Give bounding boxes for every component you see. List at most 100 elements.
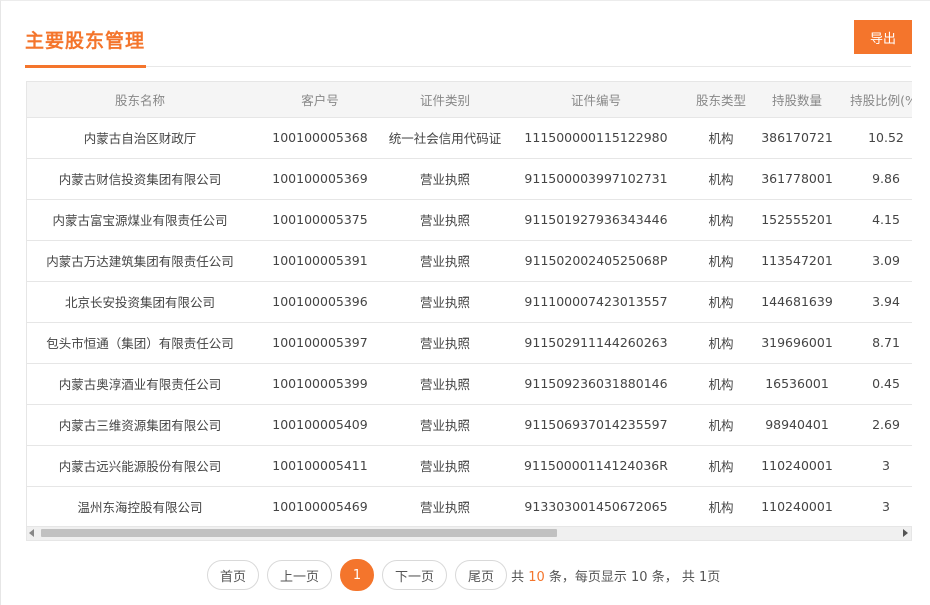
export-button[interactable]: 导出	[854, 20, 912, 54]
prev-page-button[interactable]: 上一页	[267, 560, 333, 590]
table-cell: 内蒙古财信投资集团有限公司	[27, 158, 253, 200]
table-cell: 温州东海控股有限公司	[27, 486, 253, 526]
table-cell: 100100005411	[253, 445, 387, 487]
table-cell: 911100007423013557	[503, 281, 689, 323]
table-cell: 911502911144260263	[503, 322, 689, 364]
scrollbar-thumb[interactable]	[41, 529, 557, 537]
scroll-left-arrow-icon[interactable]	[29, 529, 34, 537]
table-cell: 110240001	[753, 486, 841, 526]
table-cell: 机构	[689, 445, 753, 487]
table-cell: 机构	[689, 281, 753, 323]
scroll-right-arrow-icon[interactable]	[903, 529, 908, 537]
table-cell: 911509236031880146	[503, 363, 689, 405]
table-row[interactable]: 包头市恒通（集团）有限责任公司 100100005397 营业执照 911502911…	[27, 322, 912, 364]
page-header: 主要股东管理 导出	[25, 11, 912, 68]
shareholder-table: 股东名称客户号证件类别证件编号股东类型持股数量持股比例(%)最 内蒙古自治区财政…	[27, 82, 912, 526]
table-row[interactable]: 内蒙古富宝源煤业有限责任公司 100100005375 营业执照 9115019279…	[27, 199, 912, 241]
column-header: 证件编号	[503, 82, 689, 118]
table-cell: 10.52	[841, 117, 912, 159]
table-cell: 91150200240525068P	[503, 240, 689, 282]
pagination-info-prefix: 共	[511, 569, 525, 585]
table-cell: 111500000115122980	[503, 117, 689, 159]
column-header: 持股比例(%)	[841, 82, 912, 118]
table-cell: 144681639	[753, 281, 841, 323]
table-cell: 营业执照	[387, 322, 503, 364]
table-cell: 机构	[689, 363, 753, 405]
column-header: 股东类型	[689, 82, 753, 118]
table-cell: 110240001	[753, 445, 841, 487]
table-row[interactable]: 内蒙古远兴能源股份有限公司 100100005411 营业执照 91150000114…	[27, 445, 912, 487]
table-cell: 100100005391	[253, 240, 387, 282]
pagination: 首页 上一页 1 下一页 尾页 共 10 条，每页显示 10 条， 共 1页	[207, 559, 720, 591]
table-cell: 3.94	[841, 281, 912, 323]
column-header: 证件类别	[387, 82, 503, 118]
table-cell: 2.69	[841, 404, 912, 446]
pagination-total-count: 10	[528, 569, 545, 585]
table-cell: 内蒙古万达建筑集团有限责任公司	[27, 240, 253, 282]
table-cell: 机构	[689, 486, 753, 526]
pagination-info: 共 10 条，每页显示 10 条， 共 1页	[511, 566, 720, 585]
table-cell: 9.86	[841, 158, 912, 200]
shareholder-table-container[interactable]: 股东名称客户号证件类别证件编号股东类型持股数量持股比例(%)最 内蒙古自治区财政…	[26, 81, 912, 527]
table-cell: 98940401	[753, 404, 841, 446]
table-cell: 100100005399	[253, 363, 387, 405]
pagination-info-suffix: 条，每页显示 10 条， 共 1页	[548, 569, 721, 585]
table-cell: 内蒙古三维资源集团有限公司	[27, 404, 253, 446]
table-cell: 包头市恒通（集团）有限责任公司	[27, 322, 253, 364]
table-cell: 内蒙古远兴能源股份有限公司	[27, 445, 253, 487]
table-cell: 营业执照	[387, 363, 503, 405]
table-cell: 100100005369	[253, 158, 387, 200]
current-page-button[interactable]: 1	[340, 559, 375, 591]
table-cell: 营业执照	[387, 404, 503, 446]
table-cell: 机构	[689, 158, 753, 200]
horizontal-scrollbar[interactable]	[26, 527, 912, 541]
table-row[interactable]: 北京长安投资集团有限公司 100100005396 营业执照 911100007423…	[27, 281, 912, 323]
table-cell: 100100005469	[253, 486, 387, 526]
table-cell: 营业执照	[387, 158, 503, 200]
table-cell: 911501927936343446	[503, 199, 689, 241]
table-row[interactable]: 内蒙古万达建筑集团有限责任公司 100100005391 营业执照 911502002…	[27, 240, 912, 282]
table-cell: 机构	[689, 240, 753, 282]
table-row[interactable]: 内蒙古财信投资集团有限公司 100100005369 营业执照 91150000399…	[27, 158, 912, 200]
next-page-button[interactable]: 下一页	[382, 560, 448, 590]
table-cell: 内蒙古奥淳酒业有限责任公司	[27, 363, 253, 405]
table-cell: 营业执照	[387, 240, 503, 282]
table-cell: 913303001450672065	[503, 486, 689, 526]
table-cell: 100100005368	[253, 117, 387, 159]
table-cell: 内蒙古富宝源煤业有限责任公司	[27, 199, 253, 241]
table-cell: 营业执照	[387, 281, 503, 323]
table-row[interactable]: 内蒙古自治区财政厅 100100005368 统一社会信用代码证 1115000001…	[27, 117, 912, 159]
table-cell: 3.09	[841, 240, 912, 282]
table-cell: 4.15	[841, 199, 912, 241]
table-row[interactable]: 温州东海控股有限公司 100100005469 营业执照 91330300145067…	[27, 486, 912, 526]
column-header: 持股数量	[753, 82, 841, 118]
table-cell: 911500003997102731	[503, 158, 689, 200]
page-title: 主要股东管理	[25, 30, 146, 52]
table-cell: 机构	[689, 117, 753, 159]
table-cell: 营业执照	[387, 199, 503, 241]
table-cell: 内蒙古自治区财政厅	[27, 117, 253, 159]
table-row[interactable]: 内蒙古三维资源集团有限公司 100100005409 营业执照 91150693701…	[27, 404, 912, 446]
table-cell: 统一社会信用代码证	[387, 117, 503, 159]
table-cell: 营业执照	[387, 445, 503, 487]
table-cell: 100100005375	[253, 199, 387, 241]
table-cell: 386170721	[753, 117, 841, 159]
column-header: 客户号	[253, 82, 387, 118]
table-cell: 100100005409	[253, 404, 387, 446]
table-cell: 机构	[689, 199, 753, 241]
title-underline	[25, 65, 146, 68]
table-cell: 100100005396	[253, 281, 387, 323]
table-cell: 91150000114124036R	[503, 445, 689, 487]
table-cell: 911506937014235597	[503, 404, 689, 446]
last-page-button[interactable]: 尾页	[455, 560, 508, 590]
page-frame: 主要股东管理 导出 股东名称客户号证件类别证件编号股东类型持股数量持股比例(%)…	[0, 0, 930, 605]
table-cell: 营业执照	[387, 486, 503, 526]
table-cell: 319696001	[753, 322, 841, 364]
table-body: 内蒙古自治区财政厅 100100005368 统一社会信用代码证 1115000001…	[27, 117, 912, 526]
table-cell: 113547201	[753, 240, 841, 282]
table-header-row: 股东名称客户号证件类别证件编号股东类型持股数量持股比例(%)最	[27, 82, 912, 118]
column-header: 股东名称	[27, 82, 253, 118]
first-page-button[interactable]: 首页	[207, 560, 260, 590]
table-cell: 8.71	[841, 322, 912, 364]
table-row[interactable]: 内蒙古奥淳酒业有限责任公司 100100005399 营业执照 91150923603…	[27, 363, 912, 405]
